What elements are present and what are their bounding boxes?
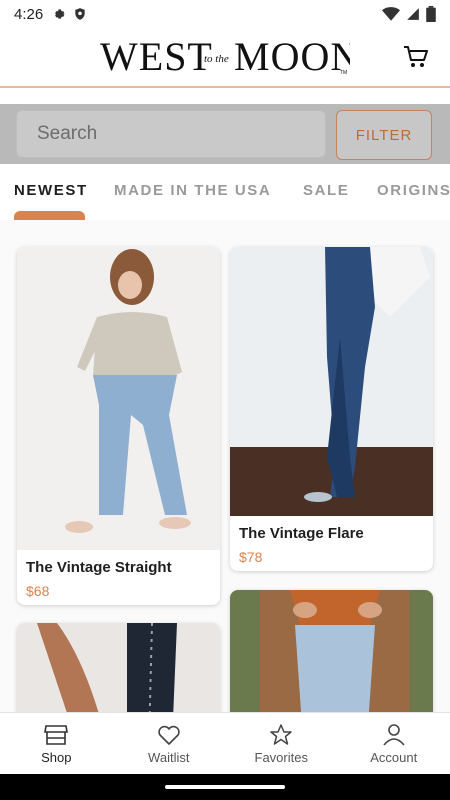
nav-waitlist[interactable]: Waitlist [113,713,226,775]
product-title: The Vintage Straight [26,559,172,576]
tab-newest[interactable]: NEWEST [14,182,88,199]
product-image [230,590,433,712]
battery-icon [426,6,436,22]
wifi-icon [382,7,400,21]
app-header: WEST to the MOON TM [0,28,450,88]
search-bar: Search FILTER [0,104,450,164]
category-tabs: NEWEST MADE IN THE USA SALE ORIGINS [0,164,450,221]
product-image [17,247,220,550]
heart-icon [158,725,180,745]
status-time: 4:26 [14,5,44,23]
product-grid: The Vintage Straight $68 The Vintage Fla… [0,220,450,712]
status-bar: 4:26 [0,0,450,28]
nav-favorites[interactable]: Favorites [225,713,338,775]
gear-icon [55,9,65,19]
signal-icon [407,8,419,20]
product-title: The Vintage Flare [239,525,364,542]
nav-waitlist-label: Waitlist [148,749,190,765]
home-gesture-pill[interactable] [165,785,285,789]
nav-account-label: Account [370,749,418,765]
system-navigation-bar [0,774,450,800]
filter-button[interactable]: FILTER [336,110,432,160]
person-icon [383,723,405,746]
svg-text:MOON: MOON [234,34,350,78]
product-price: $78 [239,549,263,565]
product-image [230,247,433,516]
nav-shop-label: Shop [41,749,72,765]
tab-made-in-usa[interactable]: MADE IN THE USA [114,182,271,199]
search-placeholder: Search [37,123,98,144]
nav-account[interactable]: Account [338,713,450,775]
product-card[interactable] [230,590,433,712]
product-card[interactable] [17,623,220,712]
product-image [17,623,220,712]
product-card[interactable]: The Vintage Flare $78 [230,247,433,571]
shop-icon [44,724,69,745]
nav-favorites-label: Favorites [254,749,308,765]
cart-icon[interactable] [402,43,430,71]
search-input[interactable]: Search [16,110,326,158]
nav-shop[interactable]: Shop [0,713,113,775]
product-price: $68 [26,583,50,599]
product-card[interactable]: The Vintage Straight $68 [17,247,220,605]
shield-icon [75,8,85,20]
active-tab-indicator [14,211,85,220]
svg-text:to the: to the [204,53,229,65]
tab-origins[interactable]: ORIGINS [377,182,450,199]
svg-text:TM: TM [340,70,347,76]
brand-logo[interactable]: WEST to the MOON TM [100,34,350,78]
svg-text:WEST: WEST [100,34,213,78]
bottom-navigation: Shop Waitlist Favorites Account [0,712,450,775]
tab-sale[interactable]: SALE [303,182,349,199]
star-icon [270,723,292,745]
